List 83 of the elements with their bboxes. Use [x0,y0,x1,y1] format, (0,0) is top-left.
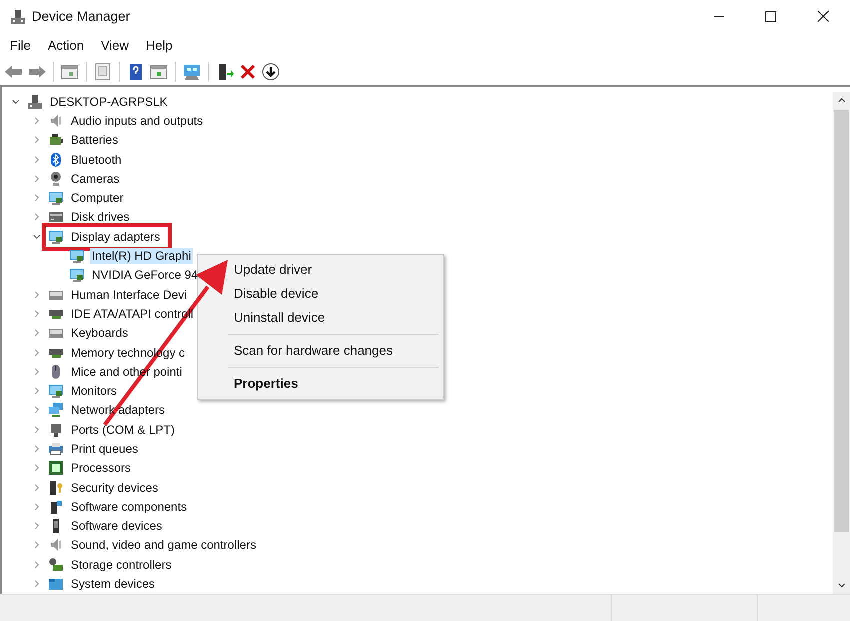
expand-chevron-icon[interactable] [33,310,41,318]
expand-chevron-icon[interactable] [33,174,41,183]
expand-chevron-icon[interactable] [33,348,41,356]
port-icon [48,422,64,438]
storage-controller-icon [48,556,64,573]
computer-icon [27,94,43,110]
tree-item[interactable]: Human Interface Devi [69,286,190,303]
monitor-icon [69,267,85,284]
menu-item[interactable]: File [10,38,31,53]
menu-item[interactable]: Help [146,38,173,53]
expand-chevron-icon[interactable] [33,136,41,144]
close-icon[interactable] [817,10,830,23]
tree-item[interactable]: Processors [69,460,134,476]
security-device-icon [48,480,64,496]
expand-chevron-icon[interactable] [33,560,41,569]
tree-item[interactable]: Ports (COM & LPT) [69,422,178,438]
expand-chevron-icon[interactable] [33,406,41,414]
tree-item[interactable]: Keyboards [69,325,130,342]
collapse-chevron-icon[interactable] [33,232,41,241]
collapse-chevron-icon[interactable] [12,98,20,106]
scroll-down-icon[interactable] [836,582,846,590]
speaker-icon [48,112,64,129]
menu-item[interactable]: Disable device [198,282,443,306]
expand-chevron-icon[interactable] [33,194,41,202]
tree-item[interactable]: Software devices [69,518,164,534]
tree-item[interactable]: Software components [69,498,190,515]
tree-item[interactable]: NVIDIA GeForce 94 [90,267,200,284]
tree-item[interactable]: DESKTOP-AGRPSLK [48,94,170,110]
expand-chevron-icon[interactable] [33,116,41,125]
expand-chevron-icon[interactable] [33,426,41,434]
tree-item[interactable]: System devices [69,576,158,592]
expand-chevron-icon[interactable] [33,213,41,222]
expand-chevron-icon[interactable] [33,368,41,376]
menu-item[interactable]: Scan for hardware changes [198,339,443,363]
computer-icon [10,8,26,24]
monitor-icon [48,383,64,400]
menu-item[interactable]: View [101,38,130,53]
tree-item[interactable]: Batteries [69,132,120,148]
expand-chevron-icon[interactable] [33,484,41,492]
webcam-icon [48,170,64,187]
scrollbar-thumb[interactable] [834,110,849,532]
software-component-icon [48,498,64,515]
tree-item[interactable]: Cameras [69,170,122,187]
tree-item[interactable]: Display adapters [69,228,162,245]
expand-chevron-icon[interactable] [33,464,41,472]
tree-item[interactable]: Print queues [69,440,140,457]
tree-item[interactable]: Bluetooth [69,152,124,168]
tree-item[interactable]: Intel(R) HD Graphi [90,248,194,264]
menu-item[interactable]: Action [48,38,84,53]
monitor-icon [69,248,85,264]
printer-icon [48,440,64,457]
expand-chevron-icon[interactable] [33,541,41,550]
expand-chevron-icon[interactable] [33,329,41,338]
download-icon[interactable] [261,62,281,82]
monitor-icon [48,190,64,206]
menu-item[interactable]: Uninstall device [198,306,443,330]
monitor-icon [48,228,64,245]
tree-item[interactable]: Security devices [69,480,160,496]
tree-item[interactable]: Sound, video and game controllers [69,537,258,554]
expand-chevron-icon[interactable] [33,444,41,453]
system-device-icon [48,576,64,592]
properties-icon[interactable] [93,62,113,82]
maximize-icon[interactable] [765,10,777,22]
expand-chevron-icon[interactable] [33,522,41,530]
menu-item[interactable]: Properties [198,372,443,396]
window-title: Device Manager [32,9,130,24]
tree-item[interactable]: Disk drives [69,209,132,226]
tree-item[interactable]: Storage controllers [69,556,174,573]
expand-chevron-icon[interactable] [33,387,41,396]
expand-chevron-icon[interactable] [33,156,41,164]
tree-item[interactable]: Audio inputs and outputs [69,112,206,129]
tree-item[interactable]: Network adapters [69,402,168,418]
speaker-icon [48,537,64,554]
expand-chevron-icon[interactable] [33,502,41,511]
expand-chevron-icon[interactable] [33,580,41,588]
tree-item[interactable]: Computer [69,190,126,206]
menu-item[interactable]: Update driver [198,258,443,282]
bluetooth-icon [48,152,64,168]
network-icon [48,402,64,418]
processor-icon [48,460,64,476]
tree-item[interactable]: Monitors [69,383,120,400]
expand-chevron-icon[interactable] [33,290,41,299]
scroll-up-icon[interactable] [836,96,846,104]
